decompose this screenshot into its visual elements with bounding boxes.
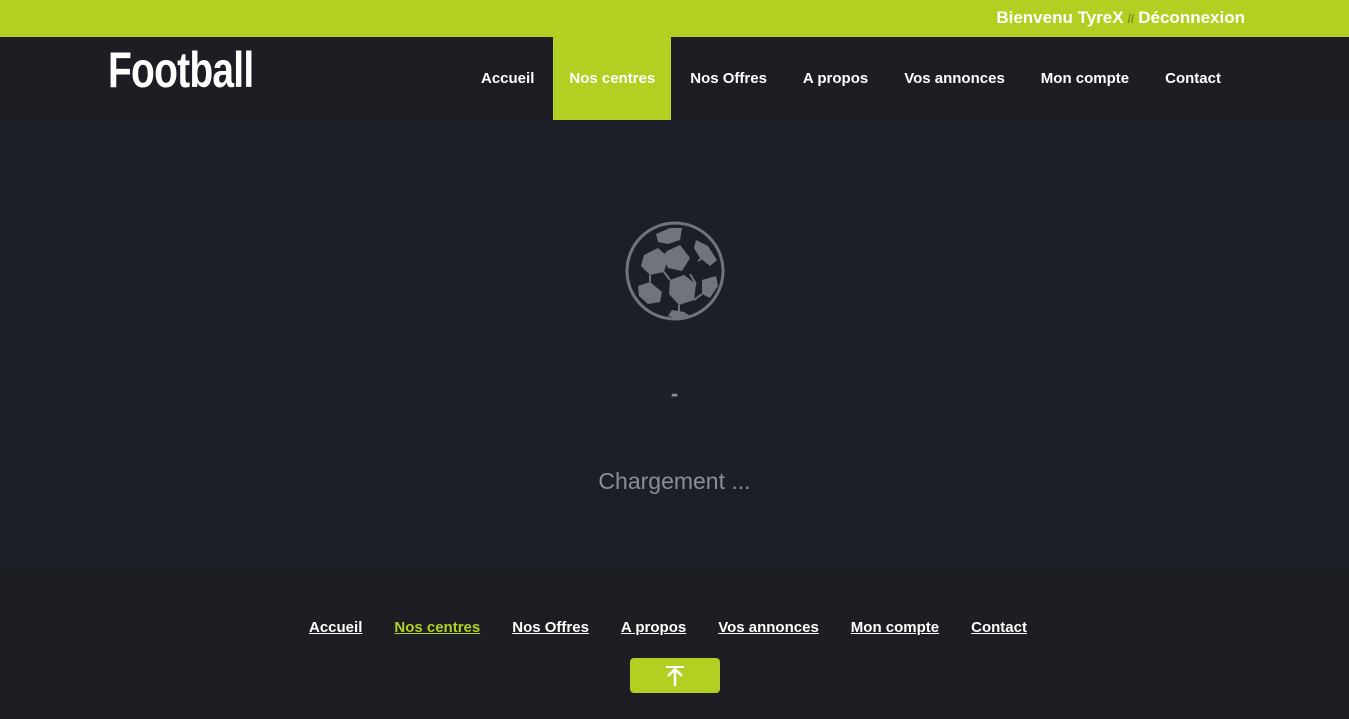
main-content: - Chargement ...	[0, 120, 1349, 570]
separator: //	[1127, 12, 1135, 26]
footer-link-nos-offres[interactable]: Nos Offres	[512, 619, 589, 636]
welcome-text: Bienvenu TyreX	[996, 8, 1124, 27]
footer-nav: Accueil Nos centres Nos Offres A propos …	[309, 619, 1027, 636]
soccer-ball-icon	[624, 220, 726, 322]
nav-item-nos-centres[interactable]: Nos centres	[553, 37, 672, 120]
user-greeting: Bienvenu TyreX//Déconnexion	[996, 9, 1245, 28]
nav-item-vos-annonces[interactable]: Vos annonces	[887, 37, 1022, 120]
nav-item-nos-offres[interactable]: Nos Offres	[673, 37, 784, 120]
logout-link[interactable]: Déconnexion	[1138, 8, 1245, 27]
nav-item-accueil[interactable]: Accueil	[464, 37, 551, 120]
loading-dash: -	[670, 381, 679, 406]
nav-item-mon-compte[interactable]: Mon compte	[1024, 37, 1146, 120]
main-nav: Accueil Nos centres Nos Offres A propos …	[464, 37, 1238, 120]
nav-item-contact[interactable]: Contact	[1148, 37, 1238, 120]
footer-link-contact[interactable]: Contact	[971, 619, 1027, 636]
footer-link-accueil[interactable]: Accueil	[309, 619, 362, 636]
loading-text: Chargement ...	[598, 468, 751, 494]
footer-link-mon-compte[interactable]: Mon compte	[851, 619, 939, 636]
top-bar: Bienvenu TyreX//Déconnexion	[0, 0, 1349, 37]
footer-link-a-propos[interactable]: A propos	[621, 619, 686, 636]
footer: Accueil Nos centres Nos Offres A propos …	[0, 570, 1349, 719]
back-to-top-button[interactable]	[630, 658, 720, 693]
site-logo[interactable]: Football	[108, 43, 254, 97]
arrow-up-icon	[666, 665, 684, 686]
header: Football Accueil Nos centres Nos Offres …	[0, 37, 1349, 120]
nav-item-a-propos[interactable]: A propos	[786, 37, 885, 120]
footer-link-nos-centres[interactable]: Nos centres	[394, 619, 480, 636]
footer-link-vos-annonces[interactable]: Vos annonces	[718, 619, 819, 636]
